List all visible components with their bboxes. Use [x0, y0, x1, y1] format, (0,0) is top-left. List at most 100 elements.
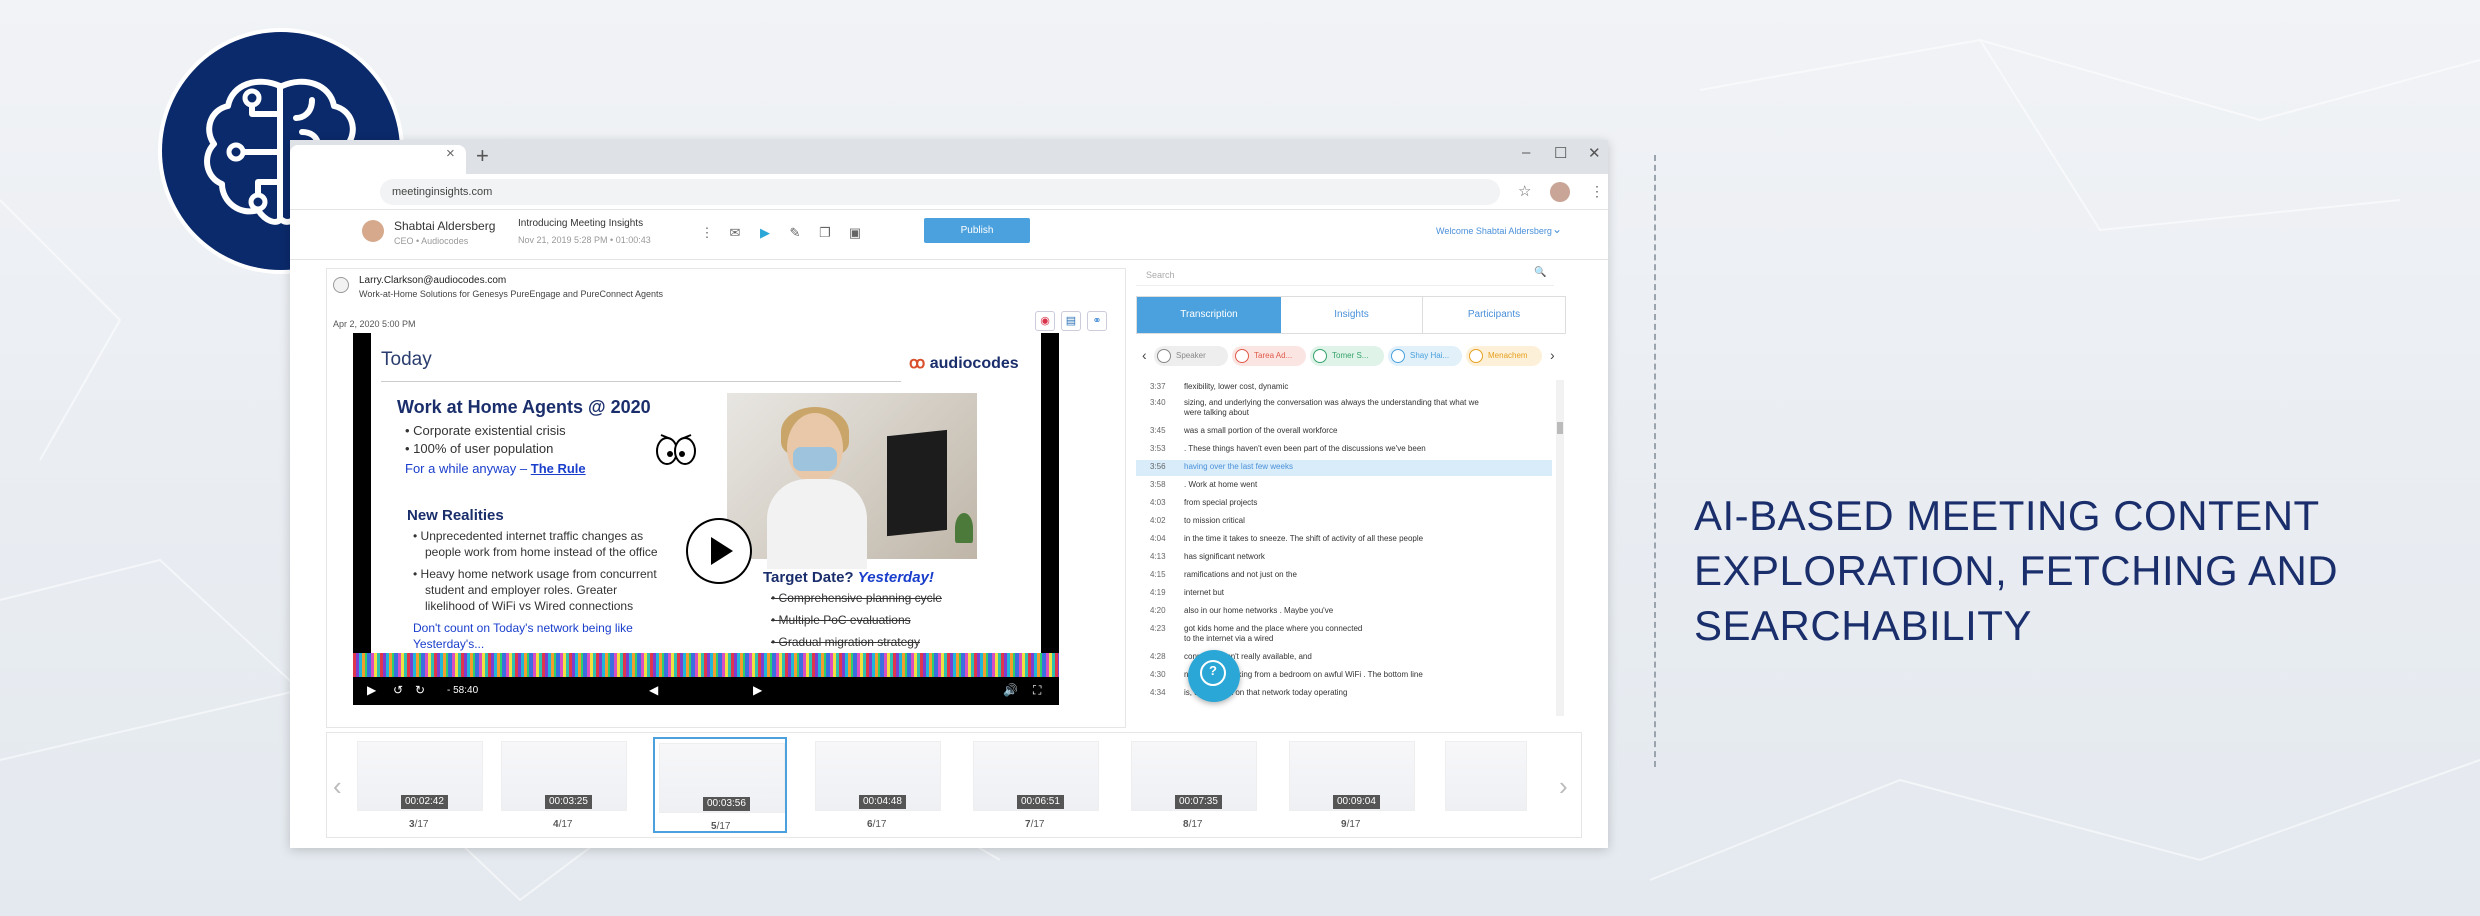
tagline: AI-BASED MEETING CONTENT EXPLORATION, FE… — [1694, 488, 2354, 653]
transcript-row[interactable]: 4:13 has significant network — [1136, 552, 1552, 566]
scroll-thumb[interactable] — [1557, 422, 1563, 434]
chip-label: Shay Hai... — [1410, 351, 1450, 360]
chip-avatar — [1313, 349, 1327, 363]
transcript-row[interactable]: 3:45 was a small portion of the overall w… — [1136, 426, 1552, 440]
edit-icon[interactable]: ✎ — [786, 224, 804, 242]
thumb-time: 00:02:42 — [401, 795, 448, 809]
slide-thumbnail[interactable]: 00:09:04 9/17 — [1285, 737, 1419, 833]
rewind-icon[interactable]: ↺ — [393, 683, 403, 697]
close-tab-icon[interactable]: × — [446, 145, 455, 162]
slide-thumbnail-active[interactable]: 00:03:56 5/17 — [653, 737, 787, 833]
search-icon[interactable]: 🔍 — [1534, 267, 1546, 278]
tab-bar: × + – ☐ ✕ — [290, 140, 1608, 174]
search-input[interactable]: Search — [1136, 264, 1554, 286]
tab-transcription[interactable]: Transcription — [1137, 297, 1281, 333]
user-subtitle: CEO • Audiocodes — [394, 236, 469, 246]
transcript-row[interactable]: 4:20 also in our home networks . Maybe yo… — [1136, 606, 1552, 620]
speaker-chip[interactable]: Tarea Ad... — [1232, 346, 1306, 366]
browser-window: × + – ☐ ✕ meetinginsights.com ☆ ⋮ Shabta… — [290, 140, 1608, 848]
filmstrip-right-icon[interactable]: › — [1559, 771, 1568, 802]
video-player[interactable]: Today ꝏ audiocodes Work at Home Agents @… — [353, 333, 1059, 705]
photo-monitor — [887, 429, 947, 537]
slide-thumbnail[interactable]: 00:07:35 8/17 — [1127, 737, 1261, 833]
filmstrip-left-icon[interactable]: ‹ — [333, 771, 342, 802]
tab-insights[interactable]: Insights — [1281, 297, 1423, 333]
thumb-image — [1445, 741, 1527, 811]
browser-menu-icon[interactable]: ⋮ — [1590, 183, 1604, 200]
transcript-row[interactable]: 4:04 in the time it takes to sneeze. The … — [1136, 534, 1552, 548]
tab-participants[interactable]: Participants — [1423, 297, 1565, 333]
record-icon[interactable]: ◉ — [1035, 311, 1055, 331]
close-window-icon[interactable]: ✕ — [1588, 144, 1601, 162]
browser-tab[interactable] — [290, 145, 466, 174]
new-tab-icon[interactable]: + — [476, 143, 489, 169]
slide-thumbnail[interactable]: 00:02:42 3/17 — [353, 737, 487, 833]
minimize-icon[interactable]: – — [1522, 144, 1530, 161]
transcript-row[interactable]: 4:19 internet but — [1136, 588, 1552, 602]
chevron-right-icon[interactable]: › — [1550, 347, 1555, 363]
profile-avatar[interactable] — [1550, 182, 1570, 202]
transcript-row[interactable]: 3:53 . These things haven't even been par… — [1136, 444, 1552, 458]
more-vertical-icon[interactable]: ⋮ — [698, 224, 716, 242]
transcript-row[interactable]: 3:58 . Work at home went — [1136, 480, 1552, 494]
speaker-chip[interactable]: Shay Hai... — [1388, 346, 1462, 366]
speaker-chip[interactable]: Speaker — [1154, 346, 1228, 366]
transcript-row[interactable]: 3:40 sizing, and underlying the conversat… — [1136, 398, 1552, 422]
transcript-row-highlighted[interactable]: 3:56 having over the last few weeks — [1136, 460, 1552, 476]
copy-icon[interactable]: ❐ — [816, 224, 834, 242]
speaker-chip[interactable]: Menachem — [1466, 346, 1542, 366]
photo-mask — [793, 447, 837, 471]
link-icon[interactable]: ⚭ — [1087, 311, 1107, 331]
prev-slide-icon[interactable]: ◀ — [649, 683, 658, 697]
image-icon[interactable]: ▣ — [846, 224, 864, 242]
transcript-scrollbar[interactable] — [1556, 380, 1564, 716]
slide-target: Target Date? Yesterday! — [763, 569, 934, 586]
thumb-number: 9/17 — [1341, 819, 1360, 830]
bullet-text: Corporate existential crisis — [413, 423, 566, 438]
transcript-row[interactable]: 4:15 ramifications and not just on the — [1136, 570, 1552, 584]
maximize-icon[interactable]: ☐ — [1554, 144, 1567, 162]
fullscreen-icon[interactable]: ⛶ — [1033, 683, 1041, 698]
chevron-down-icon[interactable]: ⌄ — [1552, 222, 1562, 236]
mail-icon[interactable]: ✉ — [726, 224, 744, 242]
chevron-left-icon[interactable]: ‹ — [1142, 347, 1147, 363]
waveform-bar[interactable] — [353, 653, 1059, 677]
welcome-text[interactable]: Welcome Shabtai Aldersberg — [1436, 226, 1552, 236]
chip-label: Speaker — [1176, 351, 1206, 360]
cartoon-icon — [656, 434, 696, 465]
camera-icon[interactable]: ▤ — [1061, 311, 1081, 331]
slide-thumbnail[interactable] — [1441, 737, 1531, 833]
row-time: 4:23 — [1150, 624, 1166, 633]
row-text: was a small portion of the overall workf… — [1184, 426, 1338, 435]
slide-bullet: • Corporate existential crisis — [405, 423, 566, 438]
transcript-row[interactable]: 3:37 flexibility, lower cost, dynamic — [1136, 382, 1552, 396]
play-overlay-button[interactable] — [686, 518, 752, 584]
play-circle-icon[interactable]: ▶ — [756, 224, 774, 242]
thumb-of: /17 — [1030, 819, 1045, 830]
row-time: 4:04 — [1150, 534, 1166, 543]
transcript-row[interactable]: 4:02 to mission critical — [1136, 516, 1552, 530]
thumb-time: 00:06:51 — [1017, 795, 1064, 809]
transcript-row[interactable]: 4:03 from special projects — [1136, 498, 1552, 512]
slide-thumbnail[interactable]: 00:06:51 7/17 — [969, 737, 1103, 833]
slide-thumbnail[interactable]: 00:04:48 6/17 — [811, 737, 945, 833]
slide-thumbnail[interactable]: 00:03:25 4/17 — [497, 737, 631, 833]
transcript-row[interactable]: 4:23 got kids home and the place where yo… — [1136, 624, 1552, 648]
speaker-chip[interactable]: Tomer S... — [1310, 346, 1384, 366]
forward-icon[interactable]: ↻ — [415, 683, 425, 697]
url-field[interactable]: meetinginsights.com — [380, 179, 1500, 205]
publish-button[interactable]: Publish — [924, 218, 1030, 243]
play-icon[interactable]: ▶ — [367, 683, 376, 697]
next-slide-icon[interactable]: ▶ — [753, 683, 762, 697]
bookmark-star-icon[interactable]: ☆ — [1518, 182, 1531, 200]
tagline-line: SEARCHABILITY — [1694, 602, 2032, 649]
row-text: connection isn't really available, and — [1184, 652, 1312, 661]
welcome-prefix: Welcome — [1436, 226, 1474, 236]
thumb-of: /17 — [716, 821, 731, 832]
slide-bullet: • 100% of user population — [405, 441, 554, 456]
help-chat-button[interactable] — [1188, 650, 1240, 702]
thumb-number: 6/17 — [867, 819, 886, 830]
tagline-line: EXPLORATION, FETCHING AND — [1694, 547, 2339, 594]
volume-icon[interactable]: 🔊 — [1003, 683, 1018, 697]
speaker-chips: ‹ Speaker Tarea Ad... Tomer S... Shay Ha… — [1136, 344, 1566, 370]
